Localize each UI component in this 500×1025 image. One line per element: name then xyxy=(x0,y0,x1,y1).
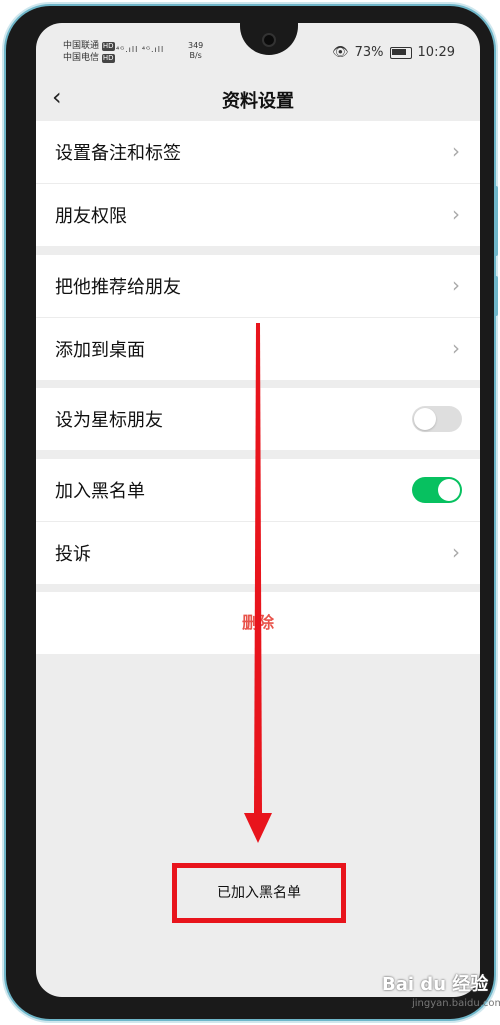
toast-blacklisted: 已加入黑名单 xyxy=(172,863,346,923)
phone-screen: 中国联通 HD 中国电信 HD ⁴ᴳ.ıll ⁴ᴳ.ıll 349 B/s 👁 … xyxy=(36,23,480,997)
power-button xyxy=(494,276,498,316)
phone-frame: 中国联通 HD 中国电信 HD ⁴ᴳ.ıll ⁴ᴳ.ıll 349 B/s 👁 … xyxy=(6,6,498,1019)
annotation-arrow xyxy=(244,323,272,843)
watermark-brand: Bai du 经验 xyxy=(382,974,489,995)
arrow-head xyxy=(244,813,272,843)
volume-button xyxy=(494,186,498,256)
arrow-shaft xyxy=(254,323,262,813)
watermark-site: jingyan.baidu.com xyxy=(412,998,500,1009)
